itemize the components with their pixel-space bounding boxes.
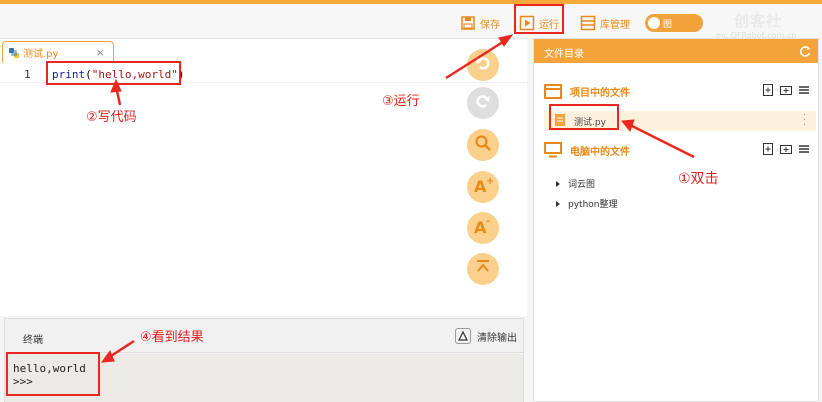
annotation-step4: ④看到结果 (140, 330, 204, 345)
annotation-arrows (100, 34, 695, 363)
annotation-step3: ③运行 (382, 94, 420, 109)
annotation-step1: ①双击 (678, 171, 719, 187)
arrow-run (445, 38, 507, 80)
app-window: 保存 运行 库管理 图 创客社 mc.DFRobot.com.cn 测试.py … (0, 0, 822, 402)
annotation-step2: ②写代码 (86, 110, 137, 125)
arrow-file (629, 123, 695, 159)
